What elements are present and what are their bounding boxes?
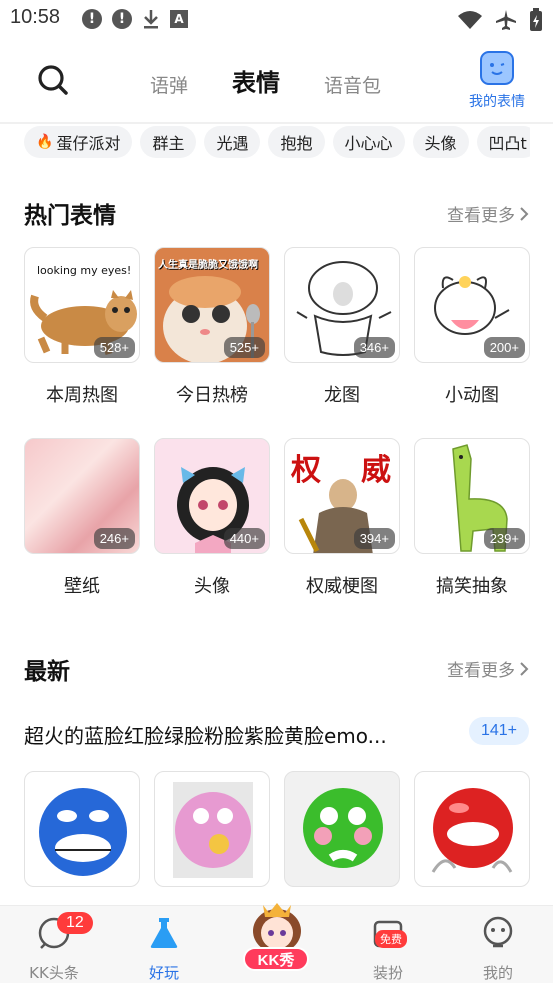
chevron-right-icon	[520, 206, 529, 221]
pack-title[interactable]: 超火的蓝脸红脸绿脸粉脸紫脸黄脸emo...	[24, 720, 434, 749]
alert-icon: !	[112, 9, 132, 29]
airplane-icon	[496, 10, 516, 30]
card-label: 今日热榜	[176, 385, 248, 406]
wardrobe-icon: 免费	[371, 916, 407, 950]
red-face-emoji[interactable]	[414, 771, 530, 887]
cat-spoon-thumbnail: 人生真是脆脆又饿饿啊 525+	[154, 247, 270, 363]
hot-grid-row-1: looking my eyes! 528+ 本周热图 人生真是脆脆又饿饿啊 52…	[24, 247, 530, 407]
header-divider	[0, 122, 553, 124]
status-notifications: ! ! A	[82, 8, 188, 30]
chip-tag[interactable]: 🔥 蛋仔派对	[24, 126, 133, 158]
free-badge: 免费	[375, 930, 407, 948]
category-card[interactable]: 200+ 小动图	[414, 247, 530, 407]
nav-label: 装扮	[372, 964, 403, 982]
my-emoji-label: 我的表情	[469, 94, 525, 110]
count-badge: 246+	[93, 528, 135, 549]
category-card[interactable]: 440+ 头像	[154, 438, 270, 598]
hot-grid-row-2: 246+ 壁纸 440+ 头像 权 威 394+ 权威梗图 239+ 搞笑抽象	[24, 438, 530, 598]
my-emoji-button[interactable]: 我的表情	[465, 51, 529, 111]
card-label: 头像	[194, 576, 230, 597]
latest-see-more-link[interactable]: 查看更多	[447, 656, 529, 681]
category-card[interactable]: 239+ 搞笑抽象	[414, 438, 530, 598]
category-card[interactable]: 246+ 壁纸	[24, 438, 140, 598]
dragon-meme-thumbnail: 346+	[284, 247, 400, 363]
card-label: 壁纸	[64, 576, 100, 597]
chip-tag[interactable]: 群主	[140, 126, 197, 158]
download-icon	[144, 10, 158, 29]
chip-tag[interactable]: 头像	[412, 126, 469, 158]
battery-icon	[530, 8, 542, 31]
chevron-right-icon	[520, 661, 529, 676]
top-tabs: 语弹 表情 语音包	[150, 63, 425, 104]
pack-count-badge: 141+	[468, 717, 529, 745]
wallpaper-thumbnail: 246+	[24, 438, 140, 554]
flask-icon	[147, 916, 181, 950]
latest-section-title: 最新	[24, 659, 70, 685]
card-label: 本周热图	[46, 385, 118, 406]
green-face-emoji[interactable]	[284, 771, 400, 887]
anime-girl-mascot-icon	[253, 903, 301, 953]
chat-bubble-icon: 12	[37, 912, 93, 950]
hot-see-more-link[interactable]: 查看更多	[447, 201, 529, 226]
kk-show-label: KK秀	[243, 947, 309, 971]
nav-profile[interactable]: 我的	[458, 916, 538, 983]
tag-chips: 🔥 蛋仔派对 群主 光遇 抱抱 小心心 头像 凹凸t	[24, 126, 530, 160]
profile-face-icon	[481, 916, 515, 950]
tab-yudan[interactable]: 语弹	[150, 71, 188, 98]
unread-count-badge: 12	[57, 912, 93, 934]
hot-section-title: 热门表情	[24, 203, 116, 229]
authority-meme-thumbnail: 权 威 394+	[284, 438, 400, 554]
chip-tag[interactable]: 凹凸t	[476, 126, 530, 158]
tab-biaoqing[interactable]: 表情	[232, 63, 280, 104]
card-label: 权威梗图	[306, 576, 378, 597]
top-header: 语弹 表情 语音包 我的表情	[0, 45, 553, 117]
nav-label: KK头条	[29, 964, 79, 982]
tab-yuyinbao[interactable]: 语音包	[324, 71, 381, 98]
count-badge: 239+	[483, 528, 525, 549]
pink-face-emoji[interactable]	[154, 771, 270, 887]
search-icon[interactable]	[36, 63, 70, 97]
nav-label: 好玩	[148, 964, 179, 982]
card-label: 搞笑抽象	[436, 576, 508, 597]
wifi-icon	[458, 11, 482, 29]
latest-emoji-row	[24, 771, 530, 887]
smiley-face-icon	[480, 51, 514, 85]
status-bar: 10:58 ! ! A	[0, 0, 553, 38]
cat-photo-thumbnail: looking my eyes! 528+	[24, 247, 140, 363]
chip-tag[interactable]: 抱抱	[268, 126, 325, 158]
count-badge: 200+	[483, 337, 525, 358]
category-card[interactable]: 权 威 394+ 权威梗图	[284, 438, 400, 598]
blue-face-emoji[interactable]	[24, 771, 140, 887]
alert-icon: !	[82, 9, 102, 29]
animated-bunny-thumbnail: 200+	[414, 247, 530, 363]
chip-tag[interactable]: 小心心	[332, 126, 405, 158]
chip-tag[interactable]: 光遇	[204, 126, 261, 158]
card-label: 小动图	[445, 385, 499, 406]
nav-kk-show[interactable]: KK秀	[243, 895, 311, 977]
status-time: 10:58	[10, 6, 61, 28]
count-badge: 525+	[223, 337, 265, 358]
nav-kk-news[interactable]: 12 KK头条	[14, 912, 94, 983]
nav-fun[interactable]: 好玩	[124, 916, 204, 983]
category-card[interactable]: looking my eyes! 528+ 本周热图	[24, 247, 140, 407]
count-badge: 394+	[353, 528, 395, 549]
status-system-icons	[457, 8, 543, 32]
category-card[interactable]: 346+ 龙图	[284, 247, 400, 407]
fire-icon: 🔥	[36, 134, 54, 150]
count-badge: 528+	[93, 337, 135, 358]
avatar-anime-thumbnail: 440+	[154, 438, 270, 554]
count-badge: 440+	[223, 528, 265, 549]
funny-llama-thumbnail: 239+	[414, 438, 530, 554]
nav-label: 我的	[482, 964, 513, 982]
nav-dressup[interactable]: 免费 装扮	[348, 916, 428, 983]
text-notification-icon: A	[170, 10, 188, 28]
category-card[interactable]: 人生真是脆脆又饿饿啊 525+ 今日热榜	[154, 247, 270, 407]
count-badge: 346+	[353, 337, 395, 358]
card-label: 龙图	[324, 385, 360, 406]
